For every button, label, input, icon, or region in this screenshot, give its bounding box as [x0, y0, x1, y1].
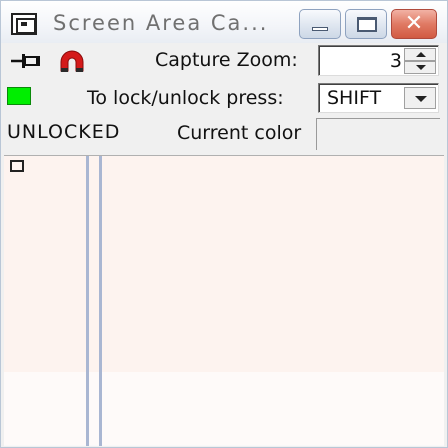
- minimize-button[interactable]: [299, 9, 341, 39]
- guide-line-right: [99, 156, 102, 446]
- lock-key-value: SHIFT: [327, 87, 382, 109]
- lock-status-text: UNLOCKED: [7, 121, 121, 143]
- zoom-spinner[interactable]: 3: [318, 45, 439, 76]
- pin-icon[interactable]: [9, 51, 43, 71]
- lock-hotkey-label: To lock/unlock press:: [87, 87, 284, 109]
- spin-down-button[interactable]: [404, 61, 436, 74]
- cursor-marker: [10, 160, 24, 172]
- title-bar[interactable]: Screen Area Ca... ✕: [1, 1, 447, 43]
- chevron-down-icon[interactable]: [404, 87, 436, 109]
- preview-lower-region: [4, 372, 444, 446]
- current-color-label: Current color: [177, 122, 302, 144]
- current-color-swatch: [316, 118, 440, 150]
- spin-up-button[interactable]: [404, 48, 436, 61]
- close-button[interactable]: ✕: [391, 9, 437, 39]
- lock-key-select[interactable]: SHIFT: [318, 83, 439, 113]
- close-icon: ✕: [404, 11, 424, 36]
- maximize-button[interactable]: [345, 9, 387, 39]
- maximize-icon: [357, 17, 377, 32]
- guide-line-left: [86, 156, 89, 446]
- spin-buttons: [404, 48, 436, 74]
- app-icon[interactable]: [11, 13, 37, 35]
- window-title: Screen Area Ca...: [53, 11, 269, 35]
- lock-status-indicator: [7, 87, 31, 105]
- zoom-value[interactable]: 3: [390, 50, 402, 72]
- minimize-icon: [312, 27, 328, 31]
- app-window: Screen Area Ca... ✕ Capture Zoom: 3 To l…: [0, 0, 448, 448]
- capture-preview-area[interactable]: [4, 155, 444, 446]
- magnet-icon[interactable]: [57, 49, 87, 75]
- capture-zoom-label: Capture Zoom:: [155, 49, 298, 71]
